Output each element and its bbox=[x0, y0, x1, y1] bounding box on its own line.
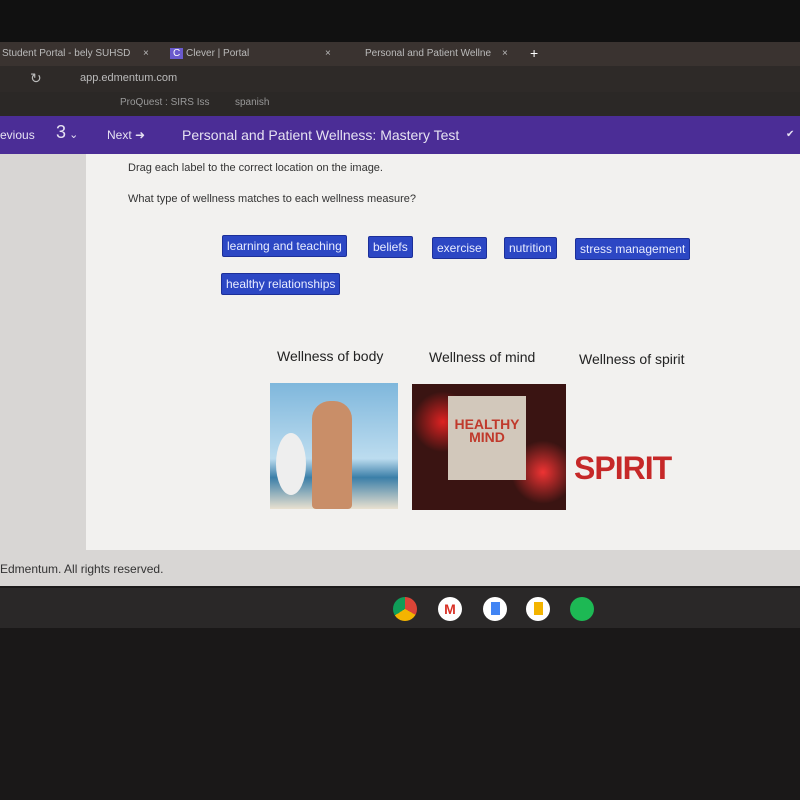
gmail-icon[interactable]: M bbox=[438, 597, 462, 621]
tab-clever[interactable]: Clever | Portal bbox=[186, 48, 249, 59]
docs-glyph bbox=[491, 602, 500, 615]
bookmarks-bar: ProQuest : SIRS Iss spanish bbox=[0, 92, 800, 116]
chrome-icon[interactable] bbox=[393, 597, 417, 621]
tab-wellness[interactable]: Personal and Patient Wellne bbox=[365, 48, 491, 59]
draggable-label[interactable]: nutrition bbox=[504, 237, 557, 259]
tab-close-icon[interactable]: × bbox=[502, 48, 508, 59]
previous-button[interactable]: Previous bbox=[0, 128, 35, 142]
page-title: Personal and Patient Wellness: Mastery T… bbox=[182, 127, 460, 143]
draggable-label[interactable]: healthy relationships bbox=[221, 273, 341, 295]
target-heading-body: Wellness of body bbox=[277, 348, 384, 364]
new-tab-button[interactable]: + bbox=[530, 45, 538, 61]
draggable-label[interactable]: stress management bbox=[575, 238, 691, 260]
drop-target-spirit-image[interactable]: SPIRIT bbox=[570, 384, 710, 510]
next-button[interactable]: Next ➜ bbox=[107, 128, 145, 142]
draggable-label[interactable]: exercise bbox=[432, 237, 487, 259]
next-label: Next bbox=[107, 128, 132, 142]
question-prompt: What type of wellness matches to each we… bbox=[128, 193, 416, 205]
target-heading-mind: Wellness of mind bbox=[429, 349, 536, 365]
draggable-label[interactable]: beliefs bbox=[368, 236, 413, 258]
clever-icon: C bbox=[170, 48, 184, 59]
bookmark-proquest[interactable]: ProQuest : SIRS Iss bbox=[120, 97, 209, 108]
test-nav-bar: Previous 3 ⌄ Next ➜ Personal and Patient… bbox=[0, 116, 800, 154]
laptop-bezel bbox=[0, 0, 800, 42]
surfboard bbox=[276, 433, 306, 495]
check-icon[interactable]: ✔ bbox=[786, 129, 794, 140]
tab-close-icon[interactable]: × bbox=[143, 48, 149, 59]
reload-icon[interactable]: ↻ bbox=[30, 70, 42, 87]
slides-icon[interactable] bbox=[526, 597, 550, 621]
tab-close-icon[interactable]: × bbox=[325, 48, 331, 59]
browser-tab-strip: Student Portal - bely SUHSD × C Clever |… bbox=[0, 42, 800, 68]
draggable-label[interactable]: learning and teaching bbox=[222, 235, 347, 257]
chevron-down-icon: ⌄ bbox=[66, 129, 79, 141]
tab-student-portal[interactable]: Student Portal - bely SUHSD bbox=[2, 48, 130, 59]
footer-copyright: Edmentum. All rights reserved. bbox=[0, 562, 164, 576]
url-field[interactable]: app.edmentum.com bbox=[80, 72, 177, 84]
healthy-mind-sign: HEALTHY MIND bbox=[448, 396, 526, 480]
spirit-letters: SPIRIT bbox=[574, 450, 672, 486]
surfer-figure bbox=[312, 401, 352, 509]
docs-icon[interactable] bbox=[483, 597, 507, 621]
bookmark-spanish[interactable]: spanish bbox=[235, 97, 269, 108]
page-body: Drag each label to the correct location … bbox=[0, 154, 800, 586]
laptop-bezel-bottom bbox=[0, 628, 800, 800]
address-bar: ↻ app.edmentum.com bbox=[0, 66, 800, 92]
question-number-dropdown[interactable]: 3 ⌄ bbox=[56, 122, 78, 143]
spotify-icon[interactable] bbox=[570, 597, 594, 621]
drop-target-mind-image[interactable]: HEALTHY MIND bbox=[412, 384, 566, 510]
arrow-right-icon: ➜ bbox=[131, 128, 146, 142]
drop-target-body-image[interactable] bbox=[270, 383, 398, 509]
target-heading-spirit: Wellness of spirit bbox=[579, 351, 685, 367]
question-number: 3 bbox=[56, 122, 67, 142]
slides-glyph bbox=[534, 602, 543, 615]
instruction-text: Drag each label to the correct location … bbox=[128, 162, 383, 174]
